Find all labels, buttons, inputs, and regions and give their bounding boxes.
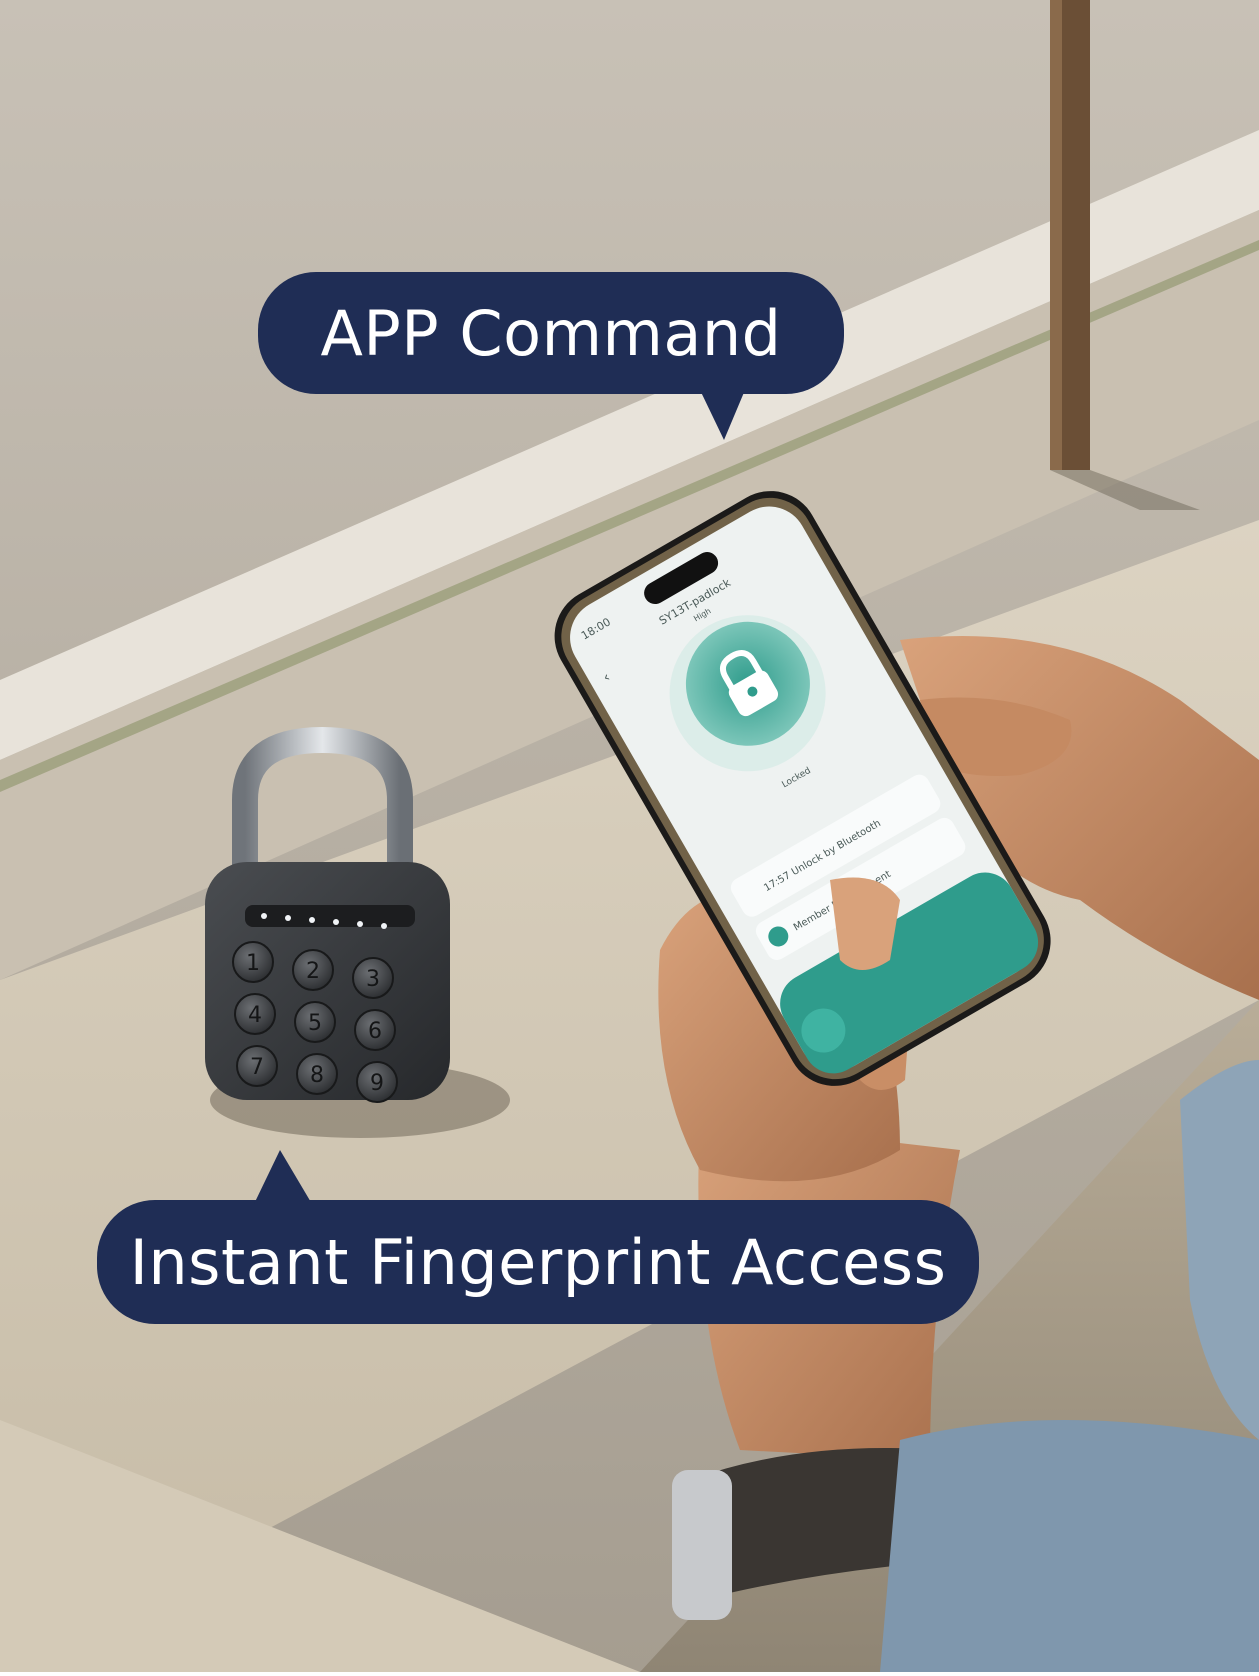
- keypad-digit-1: 1: [246, 951, 260, 976]
- keypad-digit-2: 2: [306, 959, 320, 984]
- keypad-digit-3: 3: [366, 967, 380, 992]
- padlock-keypad: 1 2 3 4 5 6 7 8 9: [232, 941, 398, 1103]
- app-command-callout: APP Command: [258, 272, 844, 394]
- fingerprint-callout-pointer: [254, 1150, 312, 1204]
- keypad-digit-5: 5: [308, 1011, 322, 1036]
- keypad-digit-9: 9: [370, 1071, 384, 1096]
- keypad-digit-6: 6: [368, 1019, 382, 1044]
- fingerprint-access-label: Instant Fingerprint Access: [129, 1225, 947, 1299]
- product-photo: 123456789 18:00 SY13T-padlock High ‹ Loc…: [0, 0, 1259, 1672]
- fingerprint-access-callout: Instant Fingerprint Access: [97, 1200, 979, 1324]
- app-command-callout-pointer: [700, 390, 745, 440]
- keypad-digit-4: 4: [248, 1003, 262, 1028]
- jeans: [880, 1420, 1259, 1672]
- keypad-digit-8: 8: [310, 1063, 324, 1088]
- app-command-label: APP Command: [320, 296, 782, 370]
- keypad-digit-7: 7: [250, 1055, 264, 1080]
